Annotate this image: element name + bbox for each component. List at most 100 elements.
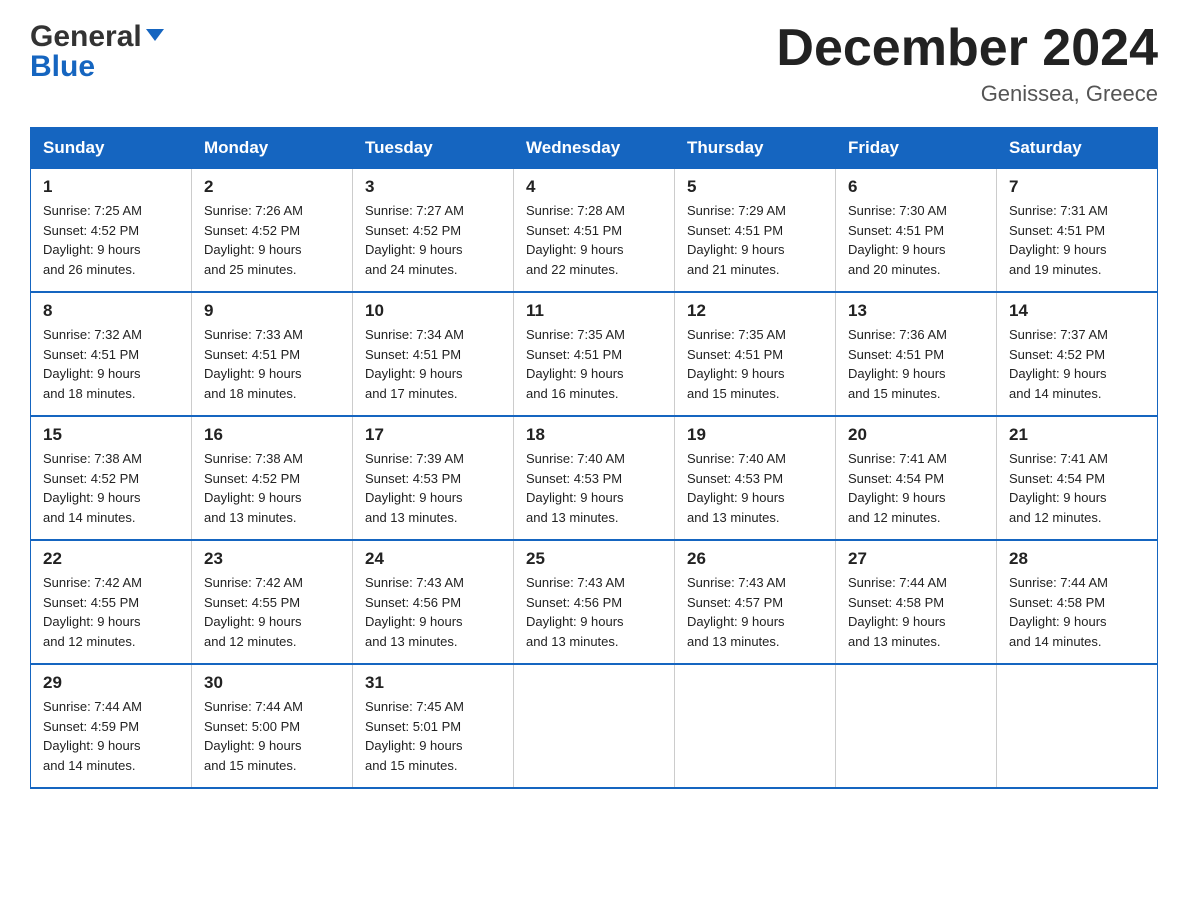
day-cell-11: 11 Sunrise: 7:35 AM Sunset: 4:51 PM Dayl… xyxy=(514,292,675,416)
day-info: Sunrise: 7:39 AM Sunset: 4:53 PM Dayligh… xyxy=(365,449,501,527)
day-cell-4: 4 Sunrise: 7:28 AM Sunset: 4:51 PM Dayli… xyxy=(514,169,675,293)
day-info: Sunrise: 7:43 AM Sunset: 4:56 PM Dayligh… xyxy=(526,573,662,651)
header-cell-sunday: Sunday xyxy=(31,128,192,169)
calendar-body: 1 Sunrise: 7:25 AM Sunset: 4:52 PM Dayli… xyxy=(31,169,1158,789)
empty-cell xyxy=(675,664,836,788)
day-number: 30 xyxy=(204,673,340,693)
day-cell-14: 14 Sunrise: 7:37 AM Sunset: 4:52 PM Dayl… xyxy=(997,292,1158,416)
day-number: 22 xyxy=(43,549,179,569)
day-info: Sunrise: 7:42 AM Sunset: 4:55 PM Dayligh… xyxy=(43,573,179,651)
day-cell-3: 3 Sunrise: 7:27 AM Sunset: 4:52 PM Dayli… xyxy=(353,169,514,293)
location-label: Genissea, Greece xyxy=(776,81,1158,107)
empty-cell xyxy=(997,664,1158,788)
header-cell-wednesday: Wednesday xyxy=(514,128,675,169)
calendar-header: SundayMondayTuesdayWednesdayThursdayFrid… xyxy=(31,128,1158,169)
header-cell-saturday: Saturday xyxy=(997,128,1158,169)
day-number: 14 xyxy=(1009,301,1145,321)
week-row-4: 22 Sunrise: 7:42 AM Sunset: 4:55 PM Dayl… xyxy=(31,540,1158,664)
day-info: Sunrise: 7:42 AM Sunset: 4:55 PM Dayligh… xyxy=(204,573,340,651)
day-info: Sunrise: 7:35 AM Sunset: 4:51 PM Dayligh… xyxy=(687,325,823,403)
day-info: Sunrise: 7:36 AM Sunset: 4:51 PM Dayligh… xyxy=(848,325,984,403)
day-number: 11 xyxy=(526,301,662,321)
day-info: Sunrise: 7:33 AM Sunset: 4:51 PM Dayligh… xyxy=(204,325,340,403)
day-number: 31 xyxy=(365,673,501,693)
day-cell-27: 27 Sunrise: 7:44 AM Sunset: 4:58 PM Dayl… xyxy=(836,540,997,664)
day-number: 29 xyxy=(43,673,179,693)
month-title: December 2024 xyxy=(776,20,1158,77)
day-number: 8 xyxy=(43,301,179,321)
header-row: SundayMondayTuesdayWednesdayThursdayFrid… xyxy=(31,128,1158,169)
day-number: 27 xyxy=(848,549,984,569)
day-cell-26: 26 Sunrise: 7:43 AM Sunset: 4:57 PM Dayl… xyxy=(675,540,836,664)
day-cell-7: 7 Sunrise: 7:31 AM Sunset: 4:51 PM Dayli… xyxy=(997,169,1158,293)
day-info: Sunrise: 7:34 AM Sunset: 4:51 PM Dayligh… xyxy=(365,325,501,403)
title-section: December 2024 Genissea, Greece xyxy=(776,20,1158,107)
day-info: Sunrise: 7:27 AM Sunset: 4:52 PM Dayligh… xyxy=(365,201,501,279)
day-cell-8: 8 Sunrise: 7:32 AM Sunset: 4:51 PM Dayli… xyxy=(31,292,192,416)
day-info: Sunrise: 7:41 AM Sunset: 4:54 PM Dayligh… xyxy=(848,449,984,527)
day-info: Sunrise: 7:44 AM Sunset: 4:58 PM Dayligh… xyxy=(1009,573,1145,651)
day-info: Sunrise: 7:32 AM Sunset: 4:51 PM Dayligh… xyxy=(43,325,179,403)
day-info: Sunrise: 7:25 AM Sunset: 4:52 PM Dayligh… xyxy=(43,201,179,279)
day-cell-15: 15 Sunrise: 7:38 AM Sunset: 4:52 PM Dayl… xyxy=(31,416,192,540)
day-info: Sunrise: 7:44 AM Sunset: 4:59 PM Dayligh… xyxy=(43,697,179,775)
day-cell-17: 17 Sunrise: 7:39 AM Sunset: 4:53 PM Dayl… xyxy=(353,416,514,540)
day-number: 5 xyxy=(687,177,823,197)
day-number: 12 xyxy=(687,301,823,321)
logo: General Blue xyxy=(30,20,164,84)
day-info: Sunrise: 7:43 AM Sunset: 4:56 PM Dayligh… xyxy=(365,573,501,651)
day-number: 13 xyxy=(848,301,984,321)
day-cell-30: 30 Sunrise: 7:44 AM Sunset: 5:00 PM Dayl… xyxy=(192,664,353,788)
day-info: Sunrise: 7:26 AM Sunset: 4:52 PM Dayligh… xyxy=(204,201,340,279)
day-cell-20: 20 Sunrise: 7:41 AM Sunset: 4:54 PM Dayl… xyxy=(836,416,997,540)
day-cell-9: 9 Sunrise: 7:33 AM Sunset: 4:51 PM Dayli… xyxy=(192,292,353,416)
logo-blue-text: Blue xyxy=(30,50,95,84)
day-info: Sunrise: 7:38 AM Sunset: 4:52 PM Dayligh… xyxy=(43,449,179,527)
day-cell-31: 31 Sunrise: 7:45 AM Sunset: 5:01 PM Dayl… xyxy=(353,664,514,788)
day-cell-22: 22 Sunrise: 7:42 AM Sunset: 4:55 PM Dayl… xyxy=(31,540,192,664)
day-cell-21: 21 Sunrise: 7:41 AM Sunset: 4:54 PM Dayl… xyxy=(997,416,1158,540)
header-cell-tuesday: Tuesday xyxy=(353,128,514,169)
day-number: 21 xyxy=(1009,425,1145,445)
logo-general-text: General xyxy=(30,20,142,54)
page-header: General Blue December 2024 Genissea, Gre… xyxy=(30,20,1158,107)
day-cell-5: 5 Sunrise: 7:29 AM Sunset: 4:51 PM Dayli… xyxy=(675,169,836,293)
day-info: Sunrise: 7:44 AM Sunset: 4:58 PM Dayligh… xyxy=(848,573,984,651)
day-number: 17 xyxy=(365,425,501,445)
day-number: 15 xyxy=(43,425,179,445)
week-row-2: 8 Sunrise: 7:32 AM Sunset: 4:51 PM Dayli… xyxy=(31,292,1158,416)
calendar-table: SundayMondayTuesdayWednesdayThursdayFrid… xyxy=(30,127,1158,789)
day-number: 9 xyxy=(204,301,340,321)
day-number: 28 xyxy=(1009,549,1145,569)
empty-cell xyxy=(514,664,675,788)
day-info: Sunrise: 7:43 AM Sunset: 4:57 PM Dayligh… xyxy=(687,573,823,651)
day-cell-23: 23 Sunrise: 7:42 AM Sunset: 4:55 PM Dayl… xyxy=(192,540,353,664)
day-info: Sunrise: 7:38 AM Sunset: 4:52 PM Dayligh… xyxy=(204,449,340,527)
day-number: 1 xyxy=(43,177,179,197)
day-number: 24 xyxy=(365,549,501,569)
day-cell-19: 19 Sunrise: 7:40 AM Sunset: 4:53 PM Dayl… xyxy=(675,416,836,540)
day-info: Sunrise: 7:40 AM Sunset: 4:53 PM Dayligh… xyxy=(526,449,662,527)
day-number: 4 xyxy=(526,177,662,197)
day-cell-24: 24 Sunrise: 7:43 AM Sunset: 4:56 PM Dayl… xyxy=(353,540,514,664)
day-cell-1: 1 Sunrise: 7:25 AM Sunset: 4:52 PM Dayli… xyxy=(31,169,192,293)
day-cell-12: 12 Sunrise: 7:35 AM Sunset: 4:51 PM Dayl… xyxy=(675,292,836,416)
day-info: Sunrise: 7:30 AM Sunset: 4:51 PM Dayligh… xyxy=(848,201,984,279)
header-cell-thursday: Thursday xyxy=(675,128,836,169)
day-number: 23 xyxy=(204,549,340,569)
day-cell-29: 29 Sunrise: 7:44 AM Sunset: 4:59 PM Dayl… xyxy=(31,664,192,788)
day-number: 10 xyxy=(365,301,501,321)
day-number: 25 xyxy=(526,549,662,569)
day-info: Sunrise: 7:44 AM Sunset: 5:00 PM Dayligh… xyxy=(204,697,340,775)
day-cell-13: 13 Sunrise: 7:36 AM Sunset: 4:51 PM Dayl… xyxy=(836,292,997,416)
day-cell-2: 2 Sunrise: 7:26 AM Sunset: 4:52 PM Dayli… xyxy=(192,169,353,293)
day-cell-10: 10 Sunrise: 7:34 AM Sunset: 4:51 PM Dayl… xyxy=(353,292,514,416)
week-row-1: 1 Sunrise: 7:25 AM Sunset: 4:52 PM Dayli… xyxy=(31,169,1158,293)
day-info: Sunrise: 7:41 AM Sunset: 4:54 PM Dayligh… xyxy=(1009,449,1145,527)
header-cell-friday: Friday xyxy=(836,128,997,169)
day-number: 19 xyxy=(687,425,823,445)
day-info: Sunrise: 7:31 AM Sunset: 4:51 PM Dayligh… xyxy=(1009,201,1145,279)
header-cell-monday: Monday xyxy=(192,128,353,169)
logo-arrow-icon xyxy=(146,27,164,50)
day-info: Sunrise: 7:35 AM Sunset: 4:51 PM Dayligh… xyxy=(526,325,662,403)
